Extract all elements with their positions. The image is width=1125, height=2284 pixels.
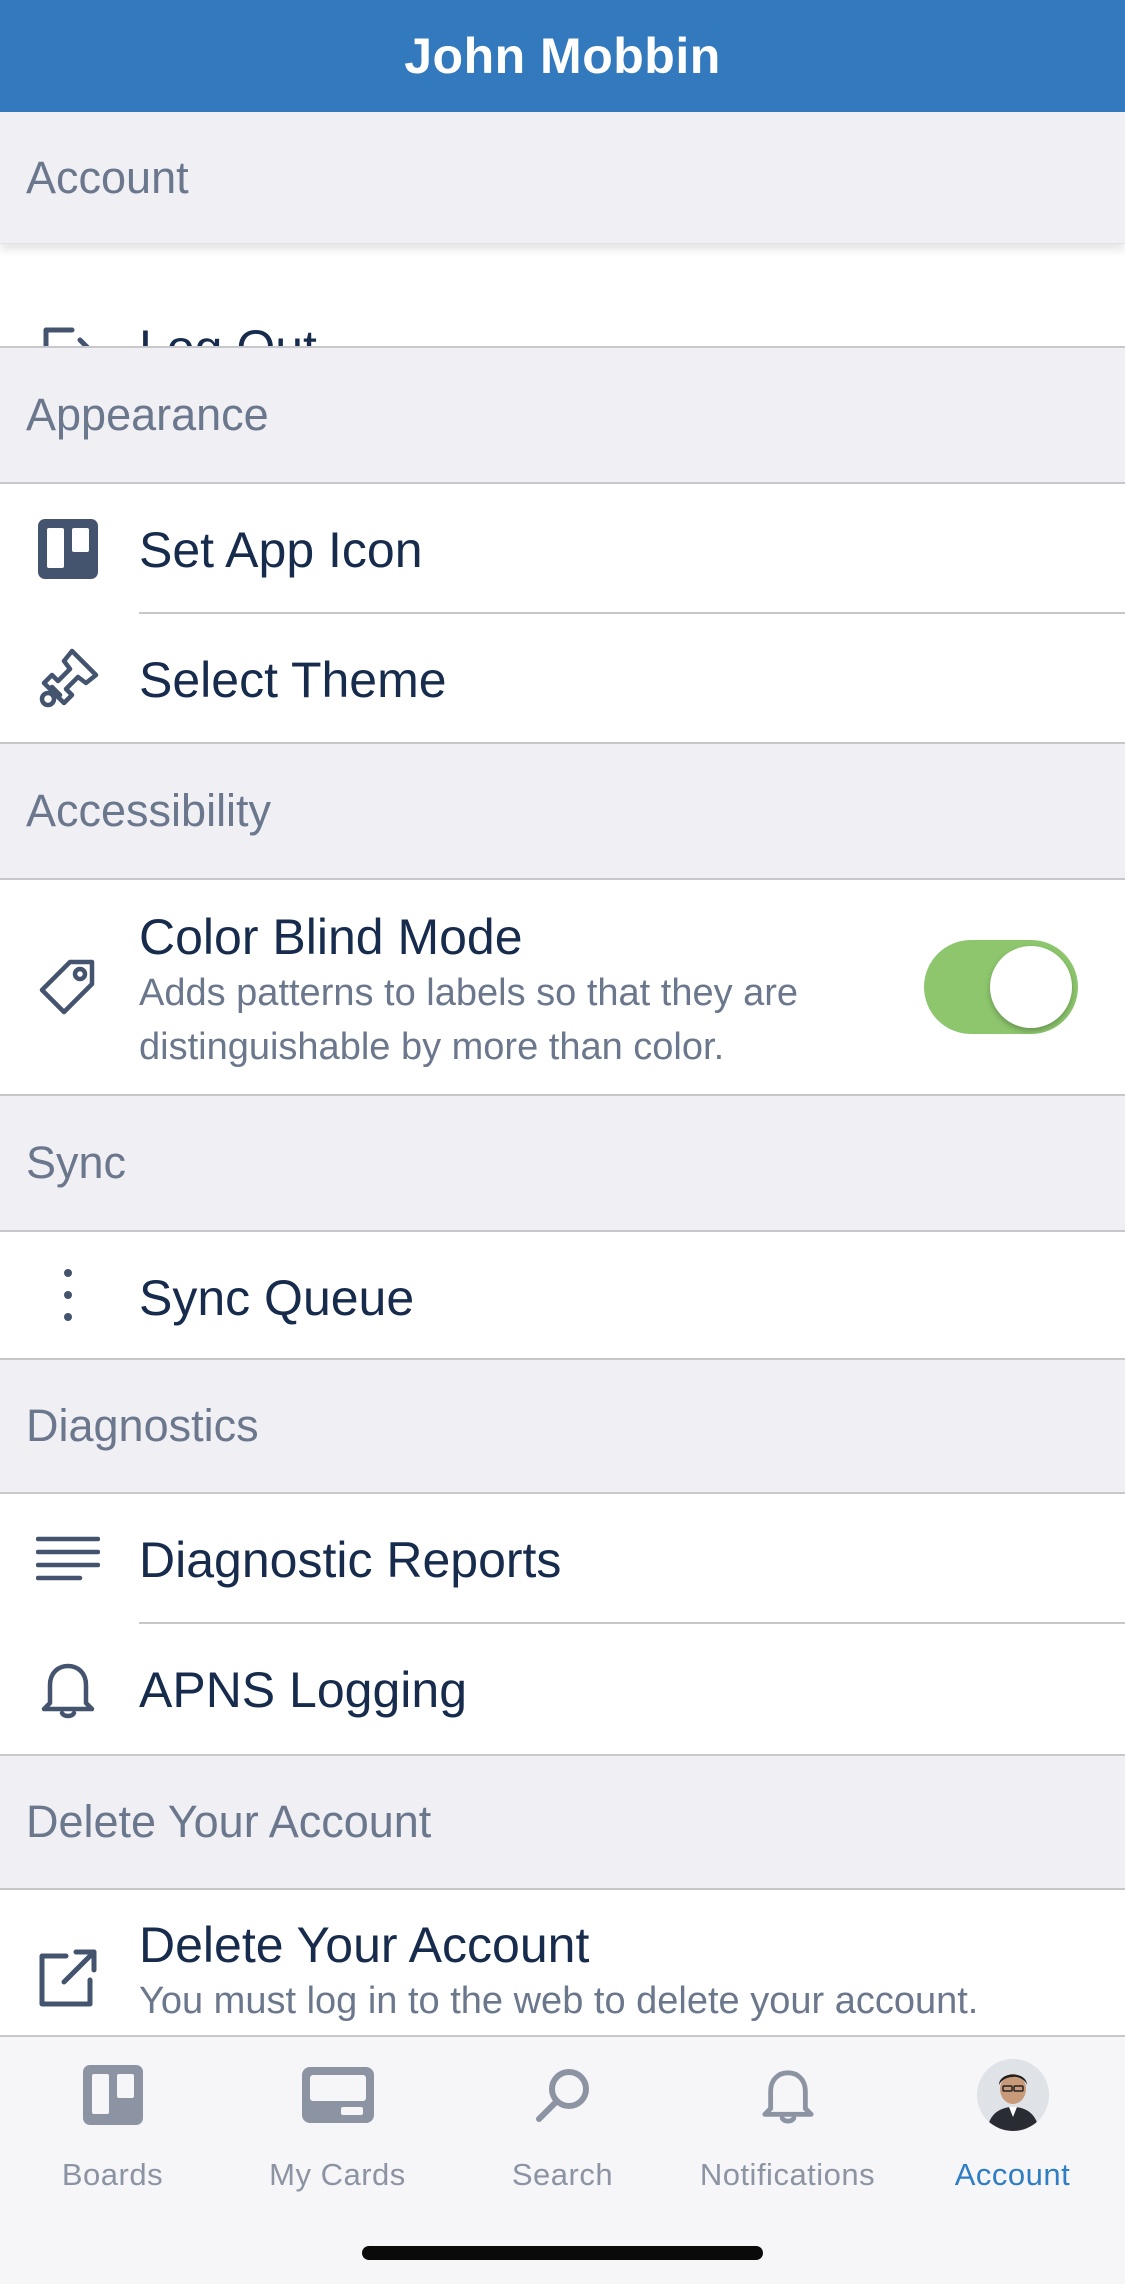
section-title: Accessibility [26, 785, 272, 836]
section-header-accessibility: Accessibility [0, 744, 1125, 880]
tab-boards[interactable]: Boards [0, 2057, 225, 2207]
settings-list[interactable]: Account Log Out Appearance Set App Icon [0, 112, 1125, 2035]
toggle-knob [990, 946, 1072, 1028]
set-app-icon-row[interactable]: Set App Icon [0, 484, 1125, 614]
profile-photo [976, 2059, 1049, 2131]
apns-logging-label: APNS Logging [139, 1662, 468, 1718]
tab-account[interactable]: Account [900, 2057, 1125, 2207]
tab-label: Boards [61, 2157, 164, 2192]
description-line: Adds patterns to labels so that they are [139, 972, 799, 1014]
nav-header: John Mobbin [0, 0, 1125, 112]
diagnostic-reports-label: Diagnostic Reports [139, 1532, 562, 1588]
tab-my-cards[interactable]: My Cards [225, 2057, 450, 2207]
label-tag-icon [30, 948, 106, 1024]
select-theme-row[interactable]: Select Theme [0, 614, 1125, 744]
text-lines-icon [30, 1521, 106, 1597]
trello-board-icon [30, 511, 106, 587]
color-blind-mode-description: Adds patterns to labels so that they are… [139, 966, 798, 1074]
bell-icon [750, 2057, 826, 2133]
sync-queue-label: Sync Queue [139, 1270, 415, 1326]
more-vertical-icon [30, 1257, 106, 1333]
delete-account-row[interactable]: Delete Your Account You must log in to t… [0, 1890, 1125, 2035]
tab-label: Search [511, 2157, 614, 2192]
diagnostic-reports-row[interactable]: Diagnostic Reports [0, 1494, 1125, 1624]
section-title: Diagnostics [26, 1400, 259, 1451]
page-title: John Mobbin [404, 28, 721, 84]
tab-search[interactable]: Search [450, 2057, 675, 2207]
section-title: Appearance [26, 389, 269, 440]
description-line: distinguishable by more than color. [139, 1026, 725, 1068]
sync-queue-row[interactable]: Sync Queue [0, 1232, 1125, 1358]
search-icon [525, 2057, 601, 2133]
home-indicator [362, 2246, 763, 2260]
color-blind-mode-toggle[interactable] [924, 940, 1078, 1034]
tab-label: Account [954, 2157, 1071, 2192]
color-blind-mode-label: Color Blind Mode [139, 909, 523, 965]
section-header-appearance: Appearance [0, 348, 1125, 484]
set-app-icon-label: Set App Icon [139, 522, 423, 578]
section-title: Sync [26, 1137, 127, 1188]
external-link-icon [30, 1940, 106, 2016]
paintbrush-icon [30, 641, 106, 717]
avatar [975, 2057, 1051, 2133]
apns-logging-row[interactable]: APNS Logging [0, 1624, 1125, 1754]
section-title: Delete Your Account [26, 1796, 432, 1847]
delete-account-label: Delete Your Account [139, 1917, 590, 1973]
section-header-sync: Sync [0, 1096, 1125, 1232]
delete-account-description: You must log in to the web to delete you… [139, 1980, 979, 2022]
section-header-account: Account [0, 112, 1125, 244]
color-blind-mode-row: Color Blind Mode Adds patterns to labels… [0, 880, 1125, 1094]
section-title: Account [26, 151, 189, 203]
section-header-diagnostics: Diagnostics [0, 1360, 1125, 1494]
bell-icon [30, 1651, 106, 1727]
tab-label: Notifications [699, 2157, 876, 2192]
card-icon [300, 2057, 376, 2133]
tab-label: My Cards [269, 2157, 406, 2192]
section-header-delete-account: Delete Your Account [0, 1756, 1125, 1890]
tab-notifications[interactable]: Notifications [675, 2057, 900, 2207]
boards-icon [75, 2057, 151, 2133]
select-theme-label: Select Theme [139, 652, 447, 708]
